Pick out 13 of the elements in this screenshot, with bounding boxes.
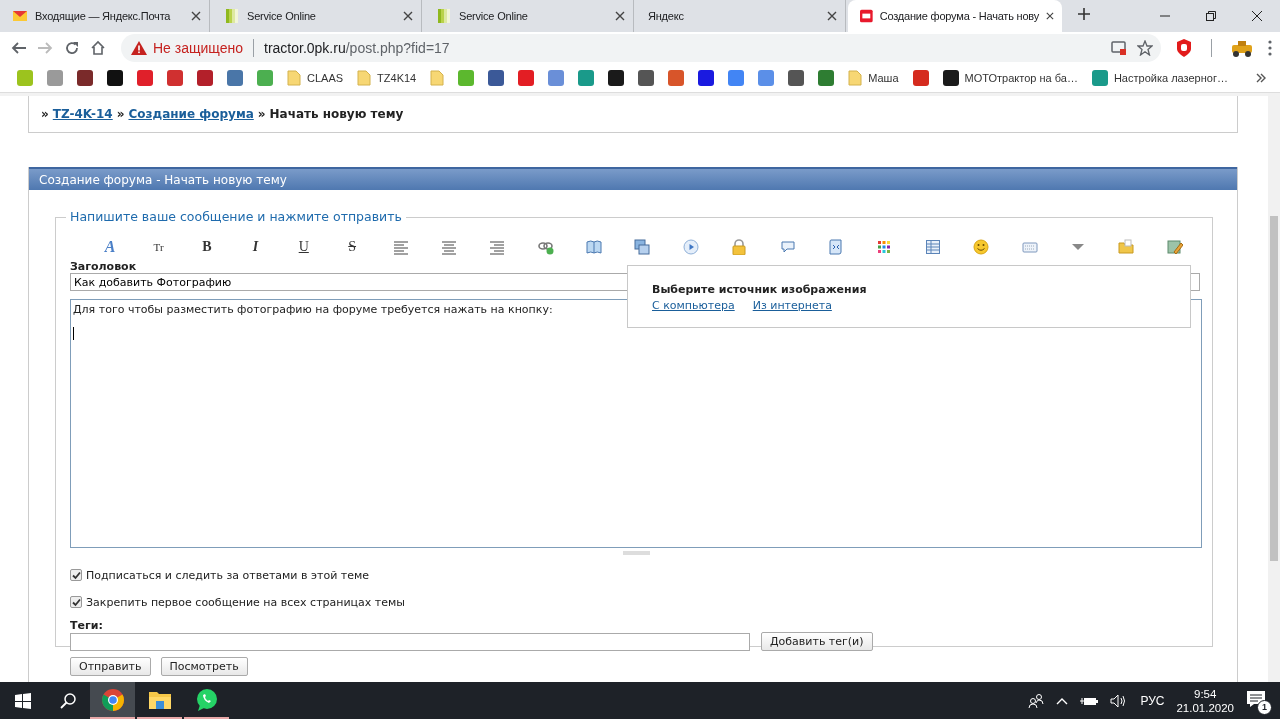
breadcrumb-separator: » [41,107,49,121]
panel-title: Создание форума - Начать новую тему [29,167,1237,190]
url-text: tractor.0pk.ru/post.php?fid=17 [264,40,451,56]
breadcrumb-current: Начать новую тему [269,107,404,121]
security-label: Не защищено [153,40,243,56]
fieldset-legend: Напишите ваше сообщение и нажмите отправить [66,209,406,224]
breadcrumb-separator: » [257,107,266,121]
checkbox-label: Закрепить первое сообщение на всех страницах темы [86,595,405,609]
popup-title: Выберите источник изображения [652,283,868,296]
breadcrumb-separator: » [116,107,125,121]
checkbox-label: Подписаться и следить за ответами в этой теме [86,568,370,582]
field-label: Теги: [70,619,104,632]
field-label: Заголовок [70,260,138,273]
